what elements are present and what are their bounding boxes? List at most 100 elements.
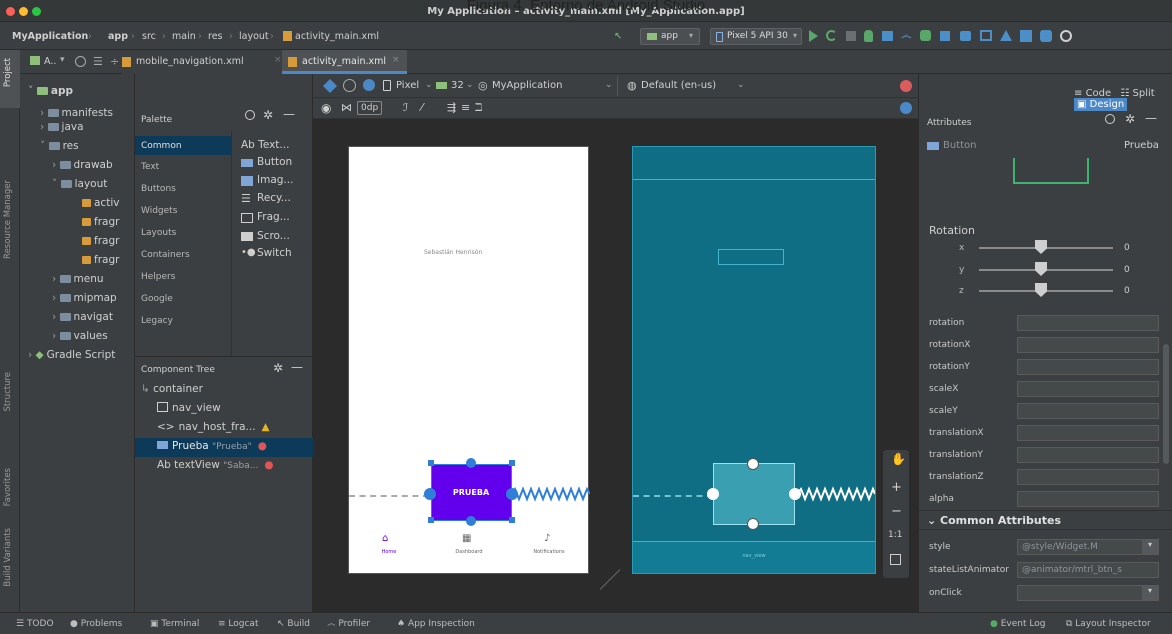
nav-item-notifications[interactable]: Notifications	[525, 549, 573, 555]
prop-scaley-field[interactable]	[1017, 403, 1159, 419]
hammer-icon[interactable]: ↖	[614, 31, 622, 42]
stop-icon[interactable]	[940, 31, 950, 41]
theme-dropdown[interactable]: MyApplication	[492, 80, 562, 91]
chevron-down-icon[interactable]: ▾	[60, 55, 65, 65]
tool-window-project[interactable]: Project	[3, 58, 13, 87]
pan-icon[interactable]: ✋	[891, 452, 906, 466]
tool-logcat[interactable]: ≡ Logcat	[218, 619, 258, 629]
palette-item-button[interactable]: Button	[257, 156, 292, 168]
locale-dropdown[interactable]: Default (en-us)	[641, 80, 716, 91]
apply-code-icon[interactable]	[846, 31, 856, 41]
prop-rotationy-field[interactable]	[1017, 359, 1159, 375]
default-margin-field[interactable]: 0dp	[357, 101, 383, 115]
tree-item-res[interactable]: ˅ res	[40, 140, 79, 152]
project-view-selector[interactable]: A..	[44, 56, 56, 67]
pack-icon[interactable]: ℶ	[475, 101, 482, 114]
orientation-icon[interactable]	[343, 79, 356, 92]
textview-preview[interactable]: Sebastián Henrisón	[424, 249, 504, 257]
tool-window-structure[interactable]: Structure	[3, 372, 13, 412]
warning-icon[interactable]: ▲	[262, 421, 270, 433]
widget-id[interactable]: Prueba	[1124, 140, 1159, 151]
blueprint-anchor-top[interactable]	[747, 458, 759, 470]
zoom-out-button[interactable]: −	[891, 504, 902, 519]
layout-inspector-icon[interactable]	[1020, 30, 1032, 42]
tab-activity-main[interactable]: activity_main.xml ×	[282, 50, 407, 74]
breadcrumb-file[interactable]: activity_main.xml	[295, 31, 379, 42]
prop-rotation-field[interactable]	[1017, 315, 1159, 331]
tree-item-menu[interactable]: › menu	[52, 273, 104, 285]
tool-todo[interactable]: ☰ TODO	[16, 619, 54, 629]
tree-item-navigation[interactable]: › navigat	[52, 311, 113, 323]
design-surface-icon[interactable]	[323, 79, 337, 93]
tool-window-resource-manager[interactable]: Resource Manager	[3, 180, 13, 259]
guidelines-icon[interactable]: ⇶	[447, 101, 456, 114]
tree-item-mipmap[interactable]: › mipmap	[52, 292, 117, 304]
error-indicator-icon[interactable]	[900, 80, 912, 92]
palette-item-fragment[interactable]: Frag...	[257, 211, 290, 223]
emulator-icon[interactable]	[1040, 30, 1052, 42]
anchor-top[interactable]	[466, 458, 476, 468]
home-icon[interactable]: ⌂	[382, 533, 388, 544]
anchor-right[interactable]	[506, 488, 518, 500]
prop-translationx-field[interactable]	[1017, 425, 1159, 441]
prop-scalex-field[interactable]	[1017, 381, 1159, 397]
device-manager-icon[interactable]	[980, 30, 992, 41]
infer-constraints-icon[interactable]: ⁄	[421, 101, 423, 114]
align-icon[interactable]: ≡	[461, 101, 470, 114]
gear-icon[interactable]: ✲	[263, 108, 273, 122]
prueba-button-preview[interactable]: PRUEBA	[431, 464, 512, 521]
sync-icon[interactable]	[960, 31, 971, 41]
debug-icon[interactable]	[864, 30, 873, 42]
search-icon[interactable]	[245, 110, 255, 120]
component-textview[interactable]: Ab textView "Saba... ●	[157, 459, 274, 471]
palette-category-helpers[interactable]: Helpers	[141, 272, 175, 282]
tool-build[interactable]: ↖ Build	[277, 619, 310, 629]
palette-item-recyclerview[interactable]: Recy...	[257, 192, 291, 204]
blueprint-nav-view[interactable]: nav_view	[633, 541, 875, 573]
zoom-in-button[interactable]: +	[891, 480, 902, 495]
tree-item-layout[interactable]: ˅ layout	[52, 178, 107, 190]
palette-category-legacy[interactable]: Legacy	[141, 316, 173, 326]
breadcrumb-main[interactable]: main	[172, 31, 196, 42]
tool-window-favorites[interactable]: Favorites	[3, 468, 13, 506]
rotation-y-slider-thumb[interactable]	[1035, 262, 1047, 276]
tool-problems[interactable]: ● Problems	[70, 619, 122, 629]
gear-icon[interactable]: ✲	[1125, 112, 1135, 126]
prop-translationy-field[interactable]	[1017, 447, 1159, 463]
breadcrumb-layout[interactable]: layout	[239, 31, 269, 42]
gear-icon[interactable]: ✲	[273, 361, 283, 375]
palette-item-imageview[interactable]: Imag...	[257, 174, 293, 186]
component-prueba-button[interactable]: Prueba "Prueba" ●	[157, 440, 267, 452]
palette-category-containers[interactable]: Containers	[141, 250, 190, 260]
tree-item-activity-main[interactable]: activ	[82, 197, 119, 209]
view-mode-design[interactable]: ▣ Design	[1074, 98, 1128, 111]
expand-icon[interactable]: ÷	[110, 55, 119, 68]
tool-layout-inspector[interactable]: ⧉ Layout Inspector	[1066, 619, 1151, 629]
component-container[interactable]: ↳ container	[141, 383, 203, 395]
prop-rotationx-field[interactable]	[1017, 337, 1159, 353]
tree-item-gradle-scripts[interactable]: › ◆ Gradle Script	[28, 349, 115, 361]
resize-handle[interactable]	[509, 517, 515, 523]
tool-window-build-variants[interactable]: Build Variants	[3, 528, 13, 587]
sdk-manager-icon[interactable]	[1000, 30, 1012, 41]
autoconnect-icon[interactable]: ⋈	[341, 101, 352, 114]
prop-alpha-field[interactable]	[1017, 491, 1159, 507]
zoom-to-fit-icon[interactable]	[890, 554, 901, 565]
blueprint-anchor-right[interactable]	[789, 488, 801, 500]
tree-item-fragment-3[interactable]: fragr	[82, 254, 119, 266]
rotation-z-slider-thumb[interactable]	[1035, 283, 1047, 297]
device-selector[interactable]: Pixel 5 API 30 ▾	[710, 28, 802, 45]
prop-translationz-field[interactable]	[1017, 469, 1159, 485]
nav-item-home[interactable]: Home	[373, 549, 405, 555]
component-nav-view[interactable]: nav_view	[157, 402, 221, 414]
clear-constraints-icon[interactable]: ℐ	[403, 101, 408, 114]
common-attributes-header[interactable]: ⌄ Common Attributes	[919, 510, 1172, 530]
breadcrumb-project[interactable]: MyApplication	[12, 31, 88, 42]
rotation-x-slider-thumb[interactable]	[1035, 240, 1047, 254]
minimize-panel-icon[interactable]: —	[291, 360, 303, 374]
error-icon[interactable]: ●	[264, 459, 273, 471]
tree-item-drawable[interactable]: › drawab	[52, 159, 113, 171]
profiler-icon[interactable]: ෴	[901, 29, 911, 43]
resize-handle[interactable]	[428, 517, 434, 523]
blueprint-anchor-bottom[interactable]	[747, 518, 759, 530]
